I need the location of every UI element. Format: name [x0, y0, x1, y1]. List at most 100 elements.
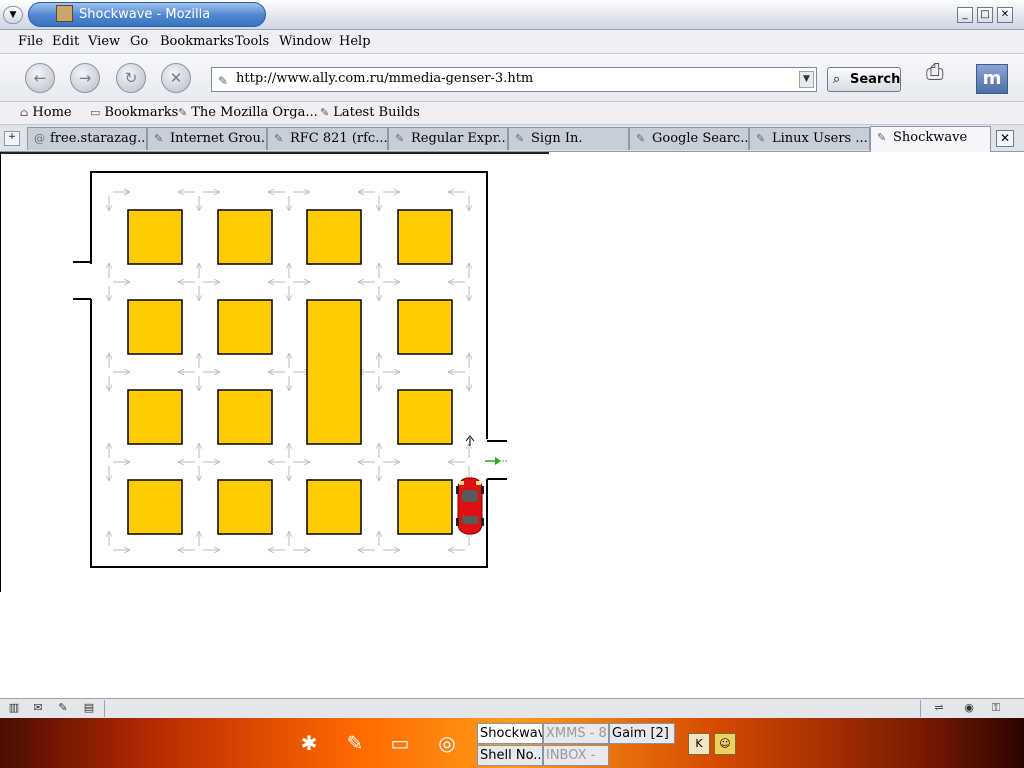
task-shell[interactable]: Shell No...	[477, 745, 543, 766]
parking-block	[127, 209, 183, 265]
menu-help[interactable]: Help	[339, 34, 371, 49]
title-bar: ▼ Shockwave - Mozilla _ □ ✕	[0, 0, 1024, 30]
klipper-tray-icon[interactable]: K	[688, 733, 710, 755]
bookmark-icon: ✎	[395, 132, 405, 145]
kde-menu-icon[interactable]: ✱	[292, 726, 326, 760]
app-icon	[56, 5, 73, 22]
parking-block	[306, 209, 362, 265]
status-separator	[104, 700, 105, 717]
tab-4[interactable]: ✎ Regular Expr...	[388, 127, 508, 150]
desktop-taskbar: ✱ ✎ ▭ ◎ Shockwave XMMS - 8 Gaim [2] Shel…	[0, 718, 1024, 768]
tab-7[interactable]: ✎ Linux Users ...	[749, 127, 870, 150]
tab-5[interactable]: ✎ Sign In.	[508, 127, 629, 150]
editor-launcher-icon[interactable]: ✎	[338, 726, 372, 760]
home-icon: ⌂	[20, 106, 29, 119]
parking-block	[217, 389, 273, 445]
privacy-icon[interactable]: ◉	[958, 701, 980, 715]
menu-bookmarks[interactable]: Bookmarks	[160, 34, 234, 49]
task-xmms[interactable]: XMMS - 8	[543, 723, 609, 744]
bookmark-icon: ✎	[178, 106, 188, 119]
parking-block	[217, 299, 273, 355]
bookmark-icon: ✎	[756, 132, 766, 145]
red-car[interactable]	[456, 477, 484, 535]
page-content	[0, 152, 1020, 698]
tab-3[interactable]: ✎ RFC 821 (rfc...	[267, 127, 388, 150]
menu-view[interactable]: View	[88, 34, 120, 49]
parking-block	[397, 209, 453, 265]
bookmark-icon: ✎	[154, 132, 164, 145]
window-menu-button[interactable]: ▼	[3, 6, 23, 24]
parking-block	[306, 479, 362, 535]
menu-go[interactable]: Go	[130, 34, 148, 49]
back-button[interactable]: ←	[25, 63, 55, 93]
parking-blocks	[127, 209, 453, 535]
tab-2[interactable]: ✎ Internet Grou...	[147, 127, 267, 150]
latest-builds-link[interactable]: ✎ Latest Builds	[320, 105, 420, 120]
addressbook-icon[interactable]: ▤	[81, 701, 97, 715]
parking-block	[127, 299, 183, 355]
navigator-icon[interactable]: ▥	[6, 701, 22, 715]
task-inbox[interactable]: INBOX -	[543, 745, 609, 766]
maximize-button[interactable]: □	[977, 7, 993, 23]
task-shockwave[interactable]: Shockwave	[477, 723, 543, 744]
user-tray-icon[interactable]: ☺	[714, 733, 736, 755]
close-tab-button[interactable]: ✕	[996, 130, 1014, 147]
online-status-icon[interactable]: ⇌	[928, 701, 950, 715]
task-gaim[interactable]: Gaim [2]	[609, 723, 675, 744]
navigation-toolbar: ← → ↻ ✕ ✎ http://www.ally.com.ru/mmedia-…	[0, 54, 1024, 102]
site-icon: @	[34, 132, 45, 145]
new-tab-icon[interactable]: +	[4, 131, 20, 146]
close-window-button[interactable]: ✕	[997, 7, 1013, 23]
home-link[interactable]: ⌂ Home	[20, 105, 72, 120]
menu-window[interactable]: Window	[279, 34, 332, 49]
forward-button[interactable]: →	[70, 63, 100, 93]
mozilla-org-link[interactable]: ✎ The Mozilla Orga...	[178, 105, 318, 120]
composer-icon[interactable]: ✎	[55, 701, 71, 715]
direction-arrow-icon	[465, 435, 475, 446]
minimize-button[interactable]: _	[957, 7, 973, 23]
parking-block	[217, 209, 273, 265]
personal-toolbar: ⌂ Home ▭ Bookmarks ✎ The Mozilla Orga... ✎ L…	[0, 102, 1024, 125]
url-history-dropdown-icon[interactable]: ▼	[799, 71, 814, 88]
stop-button[interactable]: ✕	[161, 63, 191, 93]
menu-file[interactable]: File	[18, 34, 43, 49]
bookmark-icon: ✎	[274, 132, 284, 145]
forward-arrow-icon: →	[78, 69, 92, 87]
mail-icon[interactable]: ✉	[30, 701, 46, 715]
terminal-launcher-icon[interactable]: ▭	[383, 726, 417, 760]
status-separator	[920, 700, 921, 717]
window-title: Shockwave - Mozilla	[79, 7, 211, 22]
tab-shockwave[interactable]: ✎ Shockwave	[870, 126, 991, 152]
page-proxy-icon[interactable]: ✎	[218, 70, 228, 92]
tab-1[interactable]: @ free.starazag...	[27, 127, 147, 150]
print-icon[interactable]: ⎙	[926, 60, 966, 94]
url-input[interactable]: ✎ http://www.ally.com.ru/mmedia-genser-3…	[211, 67, 817, 92]
bookmark-icon: ✎	[515, 132, 525, 145]
security-lock-icon[interactable]: ⚿	[986, 701, 1006, 715]
menu-tools[interactable]: Tools	[235, 34, 269, 49]
parking-block	[397, 479, 453, 535]
bookmark-icon: ✎	[320, 106, 330, 119]
search-button[interactable]: ⌕ Search	[827, 67, 901, 92]
back-arrow-icon: ←	[33, 69, 47, 87]
parking-game-canvas[interactable]	[1, 154, 549, 592]
parking-block	[127, 389, 183, 445]
url-text: http://www.ally.com.ru/mmedia-genser-3.h…	[236, 71, 534, 86]
parking-block-tall	[306, 299, 362, 445]
search-icon: ⌕	[833, 72, 841, 87]
shockwave-game-area[interactable]	[0, 152, 549, 592]
close-icon: ✕	[999, 131, 1011, 145]
parking-block	[127, 479, 183, 535]
reload-button[interactable]: ↻	[116, 63, 146, 93]
tab-6[interactable]: ✎ Google Searc...	[629, 127, 749, 150]
parking-block	[397, 389, 453, 445]
reload-icon: ↻	[124, 69, 138, 87]
mozilla-throbber-icon[interactable]: m	[976, 64, 1008, 94]
bookmark-icon: ✎	[877, 131, 887, 144]
browser-launcher-icon[interactable]: ◎	[430, 726, 464, 760]
status-bar: ▥ ✉ ✎ ▤ ⇌ ◉ ⚿	[0, 698, 1024, 718]
exit-arrow-icon	[485, 457, 507, 465]
menu-edit[interactable]: Edit	[52, 34, 79, 49]
bookmarks-folder[interactable]: ▭ Bookmarks	[90, 105, 178, 120]
folder-icon: ▭	[90, 106, 101, 119]
